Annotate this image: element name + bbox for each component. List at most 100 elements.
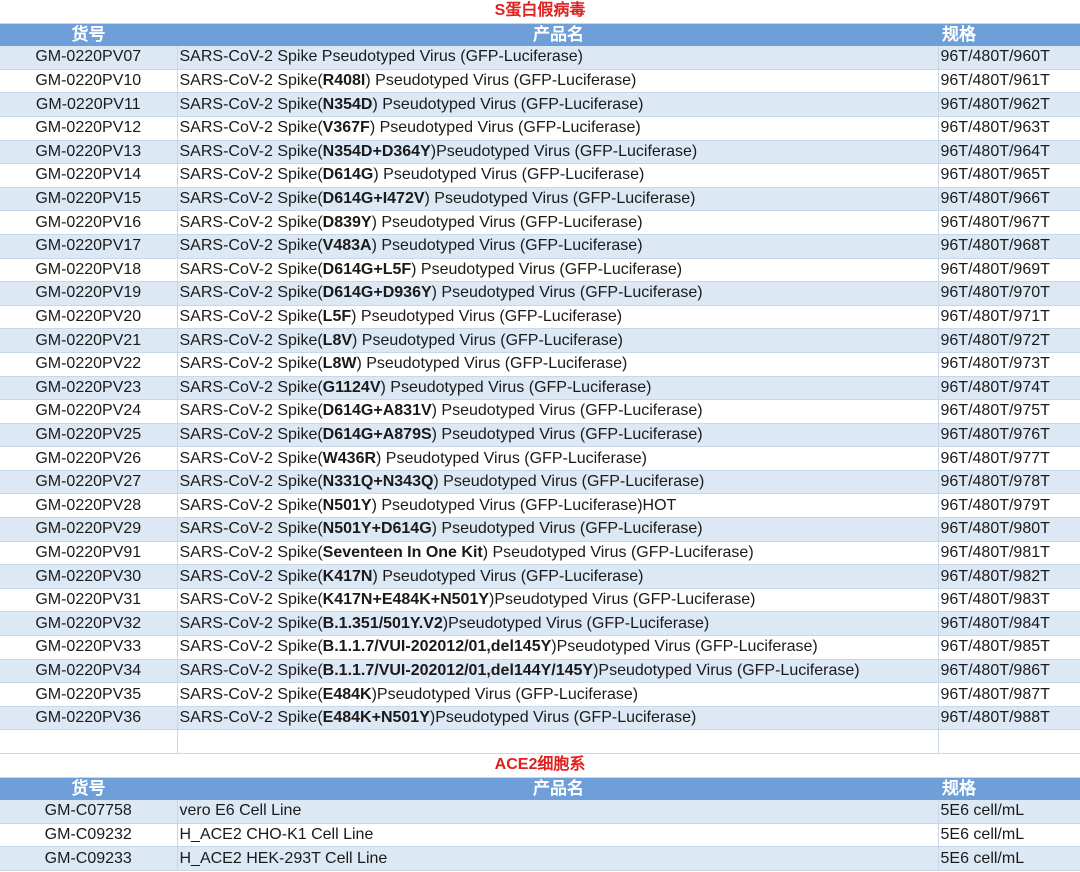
table-row: GM-0220PV11 SARS-CoV-2 Spike(N354D) Pseud…	[0, 92, 1080, 117]
table-row: GM-0220PV22 SARS-CoV-2 Spike(L8W) Pseudot…	[0, 352, 1080, 377]
product-name-suffix: ) Pseudotyped Virus (GFP-Luciferase)	[433, 473, 705, 491]
product-name-suffix: ) Pseudotyped Virus (GFP-Luciferase)	[371, 237, 643, 255]
table-row: GM-0220PV13 SARS-CoV-2 Spike(N354D+D364Y)…	[0, 140, 1080, 165]
product-spec: 96T/480T/984T	[937, 611, 1080, 637]
product-spec: 96T/480T/982T	[937, 564, 1080, 589]
product-name-suffix: )Pseudotyped Virus (GFP-Luciferase)	[551, 638, 818, 656]
product-name-prefix: SARS-CoV-2 Spike(	[179, 520, 323, 538]
product-name-prefix: SARS-CoV-2 Spike(	[179, 213, 323, 231]
product-name: SARS-CoV-2 Spike(E484K+N501Y)Pseudotyped…	[176, 706, 938, 731]
product-name: SARS-CoV-2 Spike(N354D+D364Y)Pseudotyped…	[176, 140, 938, 165]
product-name: SARS-CoV-2 Spike(B.1.1.7/VUI-202012/01,d…	[176, 635, 938, 660]
product-mutation: N501Y	[322, 496, 372, 514]
product-spec: 96T/480T/974T	[937, 376, 1080, 401]
product-code: GM-C09233	[0, 846, 177, 871]
product-code: GM-0220PV29	[0, 517, 177, 542]
product-name-suffix: ) Pseudotyped Virus (GFP-Luciferase)	[482, 543, 754, 561]
product-name-prefix: SARS-CoV-2 Spike(	[179, 284, 323, 302]
product-code: GM-0220PV12	[0, 116, 177, 141]
product-name: SARS-CoV-2 Spike(L8W) Pseudotyped Virus …	[176, 352, 938, 377]
product-name-prefix: SARS-CoV-2 Spike(	[179, 709, 323, 727]
product-code: GM-0220PV28	[0, 493, 177, 519]
product-name-suffix: ) Pseudotyped Virus (GFP-Luciferase)	[431, 284, 703, 302]
table-row: GM-C07758 vero E6 Cell Line 5E6 cell/mL	[0, 800, 1080, 824]
table-row: GM-0220PV26 SARS-CoV-2 Spike(W436R) Pseud…	[0, 446, 1080, 471]
column-header-name: 产品名	[177, 23, 938, 47]
product-name: SARS-CoV-2 Spike(D614G+A831V) Pseudotype…	[176, 399, 938, 424]
product-mutation: W436R	[322, 449, 377, 467]
product-spec: 96T/480T/981T	[937, 541, 1080, 566]
header-row: 货号 产品名 规格	[0, 777, 1080, 801]
product-mutation: D614G	[322, 166, 374, 184]
product-spec: 96T/480T/986T	[937, 659, 1080, 684]
product-name: SARS-CoV-2 Spike(D614G) Pseudotyped Viru…	[176, 163, 938, 188]
product-name: SARS-CoV-2 Spike(R408I) Pseudotyped Viru…	[176, 69, 938, 94]
product-mutation: E484K+N501Y	[322, 709, 430, 727]
column-header-code: 货号	[0, 23, 177, 47]
product-name-suffix: ) Pseudotyped Virus (GFP-Luciferase)	[376, 449, 647, 467]
product-name-suffix: )Pseudotyped Virus (GFP-Luciferase)	[489, 591, 756, 609]
table-row: GM-0220PV32 SARS-CoV-2 Spike(B.1.351/501Y…	[0, 611, 1080, 637]
table-row: GM-0220PV30 SARS-CoV-2 Spike(K417N) Pseud…	[0, 564, 1080, 589]
section-title: ACE2细胞系	[0, 753, 1080, 778]
product-code: GM-0220PV23	[0, 376, 177, 401]
table-row: GM-0220PV24 SARS-CoV-2 Spike(D614G+A831V)…	[0, 399, 1080, 424]
product-mutation: R408I	[322, 72, 366, 90]
product-spec: 96T/480T/973T	[937, 352, 1080, 377]
table-row: GM-C09232 H_ACE2 CHO-K1 Cell Line 5E6 cell…	[0, 823, 1080, 848]
product-mutation: N331Q+N343Q	[322, 473, 434, 491]
table-row: GM-0220PV18 SARS-CoV-2 Spike(D614G+L5F) P…	[0, 258, 1080, 283]
blank-cell	[176, 729, 938, 754]
product-spec: 5E6 cell/mL	[937, 800, 1080, 824]
product-name-prefix: SARS-CoV-2 Spike(	[179, 661, 323, 679]
blank-row	[0, 729, 1080, 754]
column-header-name: 产品名	[177, 777, 938, 801]
product-spec: 96T/480T/969T	[937, 258, 1080, 283]
product-name-prefix: SARS-CoV-2 Spike(	[179, 378, 323, 396]
section-title: S蛋白假病毒	[0, 0, 1080, 24]
product-code: GM-0220PV21	[0, 328, 177, 353]
product-spec: 96T/480T/978T	[937, 470, 1080, 495]
product-name: SARS-CoV-2 Spike(V483A) Pseudotyped Viru…	[176, 234, 938, 259]
product-mutation: V483A	[322, 237, 372, 255]
product-code: GM-0220PV11	[0, 92, 177, 117]
product-mutation: K417N	[322, 567, 373, 585]
product-code: GM-0220PV18	[0, 258, 177, 283]
column-header-spec: 规格	[938, 23, 1080, 47]
product-spec: 96T/480T/985T	[937, 635, 1080, 660]
product-mutation: L8W	[322, 355, 357, 373]
blank-cell	[0, 729, 177, 754]
product-name-prefix: SARS-CoV-2 Spike(	[179, 402, 323, 420]
table-row: GM-0220PV27 SARS-CoV-2 Spike(N331Q+N343Q)…	[0, 470, 1080, 495]
product-code: GM-0220PV07	[0, 46, 177, 70]
product-code: GM-0220PV14	[0, 163, 177, 188]
product-table-body: S蛋白假病毒 货号 产品名 规格 GM-0220PV07 SARS-CoV-2 Spike…	[0, 0, 1080, 871]
product-name: SARS-CoV-2 Spike(Seventeen In One Kit) P…	[176, 541, 938, 566]
table-row: GM-0220PV91 SARS-CoV-2 Spike(Seventeen In…	[0, 541, 1080, 566]
product-code: GM-0220PV15	[0, 187, 177, 212]
product-name-prefix: SARS-CoV-2 Spike(	[179, 260, 323, 278]
product-name-prefix: SARS-CoV-2 Spike(	[179, 614, 323, 632]
product-spec: 96T/480T/971T	[937, 305, 1080, 330]
product-name-suffix: ) Pseudotyped Virus (GFP-Luciferase)	[352, 331, 623, 349]
product-code: GM-0220PV27	[0, 470, 177, 495]
product-code: GM-0220PV36	[0, 706, 177, 731]
product-name-prefix: SARS-CoV-2 Spike(	[179, 142, 323, 160]
table-row: GM-0220PV36 SARS-CoV-2 Spike(E484K+N501Y)…	[0, 706, 1080, 731]
product-name-suffix: ) Pseudotyped Virus (GFP-Luciferase)	[431, 520, 703, 538]
product-code: GM-0220PV35	[0, 682, 177, 707]
product-mutation: D614G+I472V	[322, 190, 425, 208]
product-name-suffix: ) Pseudotyped Virus (GFP-Luciferase)	[365, 72, 637, 90]
product-name-suffix: ) Pseudotyped Virus (GFP-Luciferase)	[373, 166, 645, 184]
table-row: GM-0220PV23 SARS-CoV-2 Spike(G1124V) Pseu…	[0, 376, 1080, 401]
product-name-prefix: SARS-CoV-2 Spike(	[179, 567, 323, 585]
table-row: GM-0220PV10 SARS-CoV-2 Spike(R408I) Pseud…	[0, 69, 1080, 94]
product-name: SARS-CoV-2 Spike(B.1.1.7/VUI-202012/01,d…	[176, 659, 938, 684]
product-spec: 96T/480T/987T	[937, 682, 1080, 707]
product-spec: 96T/480T/988T	[937, 706, 1080, 731]
product-name-suffix: )Pseudotyped Virus (GFP-Luciferase)	[442, 614, 710, 632]
table-row: GM-0220PV31 SARS-CoV-2 Spike(K417N+E484K+…	[0, 588, 1080, 613]
product-name-suffix: ) Pseudotyped Virus (GFP-Luciferase)	[431, 425, 703, 443]
product-name: SARS-CoV-2 Spike(D614G+A879S) Pseudotype…	[176, 423, 938, 448]
product-spec: 96T/480T/960T	[937, 46, 1080, 70]
